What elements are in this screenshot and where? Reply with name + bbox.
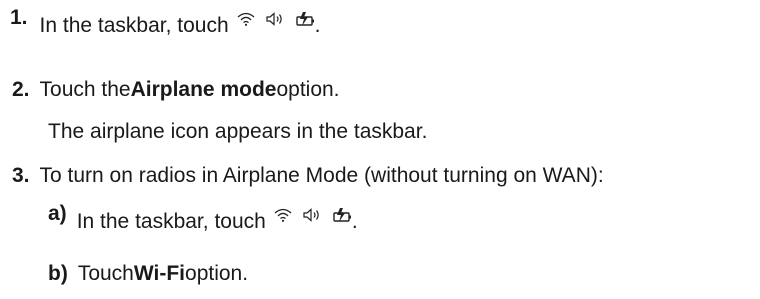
substep-text: In the taskbar, touch bbox=[76, 210, 266, 233]
taskbar-icons bbox=[274, 207, 352, 223]
substep-letter: b) bbox=[48, 262, 68, 285]
step-text: In the taskbar, touch bbox=[39, 14, 229, 37]
step-number: 1. bbox=[10, 6, 28, 29]
note-text: The airplane icon appears in the taskbar… bbox=[48, 120, 428, 143]
substep-letter: a) bbox=[48, 202, 67, 225]
substep-a: a) In the taskbar, touch . bbox=[48, 202, 358, 234]
step-text-post: option. bbox=[276, 78, 340, 101]
speaker-icon bbox=[303, 208, 321, 222]
wifi-option-label: Wi-Fi bbox=[133, 262, 186, 285]
taskbar-icons bbox=[237, 11, 315, 27]
substep-text-pre: Touch bbox=[77, 262, 134, 285]
battery-charging-icon bbox=[332, 207, 352, 223]
battery-charging-icon bbox=[295, 11, 315, 27]
step-number: 2. bbox=[12, 78, 30, 101]
wifi-icon bbox=[274, 208, 292, 222]
substep-b: b) Touch Wi-Fi option. bbox=[48, 262, 248, 286]
step-2-note: The airplane icon appears in the taskbar… bbox=[48, 120, 427, 144]
step-1: 1. In the taskbar, touch . bbox=[10, 6, 321, 38]
step-2: 2. Touch the Airplane mode option. bbox=[12, 78, 340, 102]
wifi-icon bbox=[237, 12, 255, 26]
substep-text-post: option. bbox=[185, 262, 249, 285]
substep-period: . bbox=[351, 210, 358, 233]
speaker-icon bbox=[266, 12, 284, 26]
step-period: . bbox=[314, 14, 321, 37]
step-text-pre: Touch the bbox=[39, 78, 131, 101]
step-3: 3. To turn on radios in Airplane Mode (w… bbox=[12, 164, 604, 188]
airplane-mode-label: Airplane mode bbox=[130, 78, 277, 101]
step-number: 3. bbox=[12, 164, 30, 187]
step-text: To turn on radios in Airplane Mode (with… bbox=[39, 164, 604, 187]
